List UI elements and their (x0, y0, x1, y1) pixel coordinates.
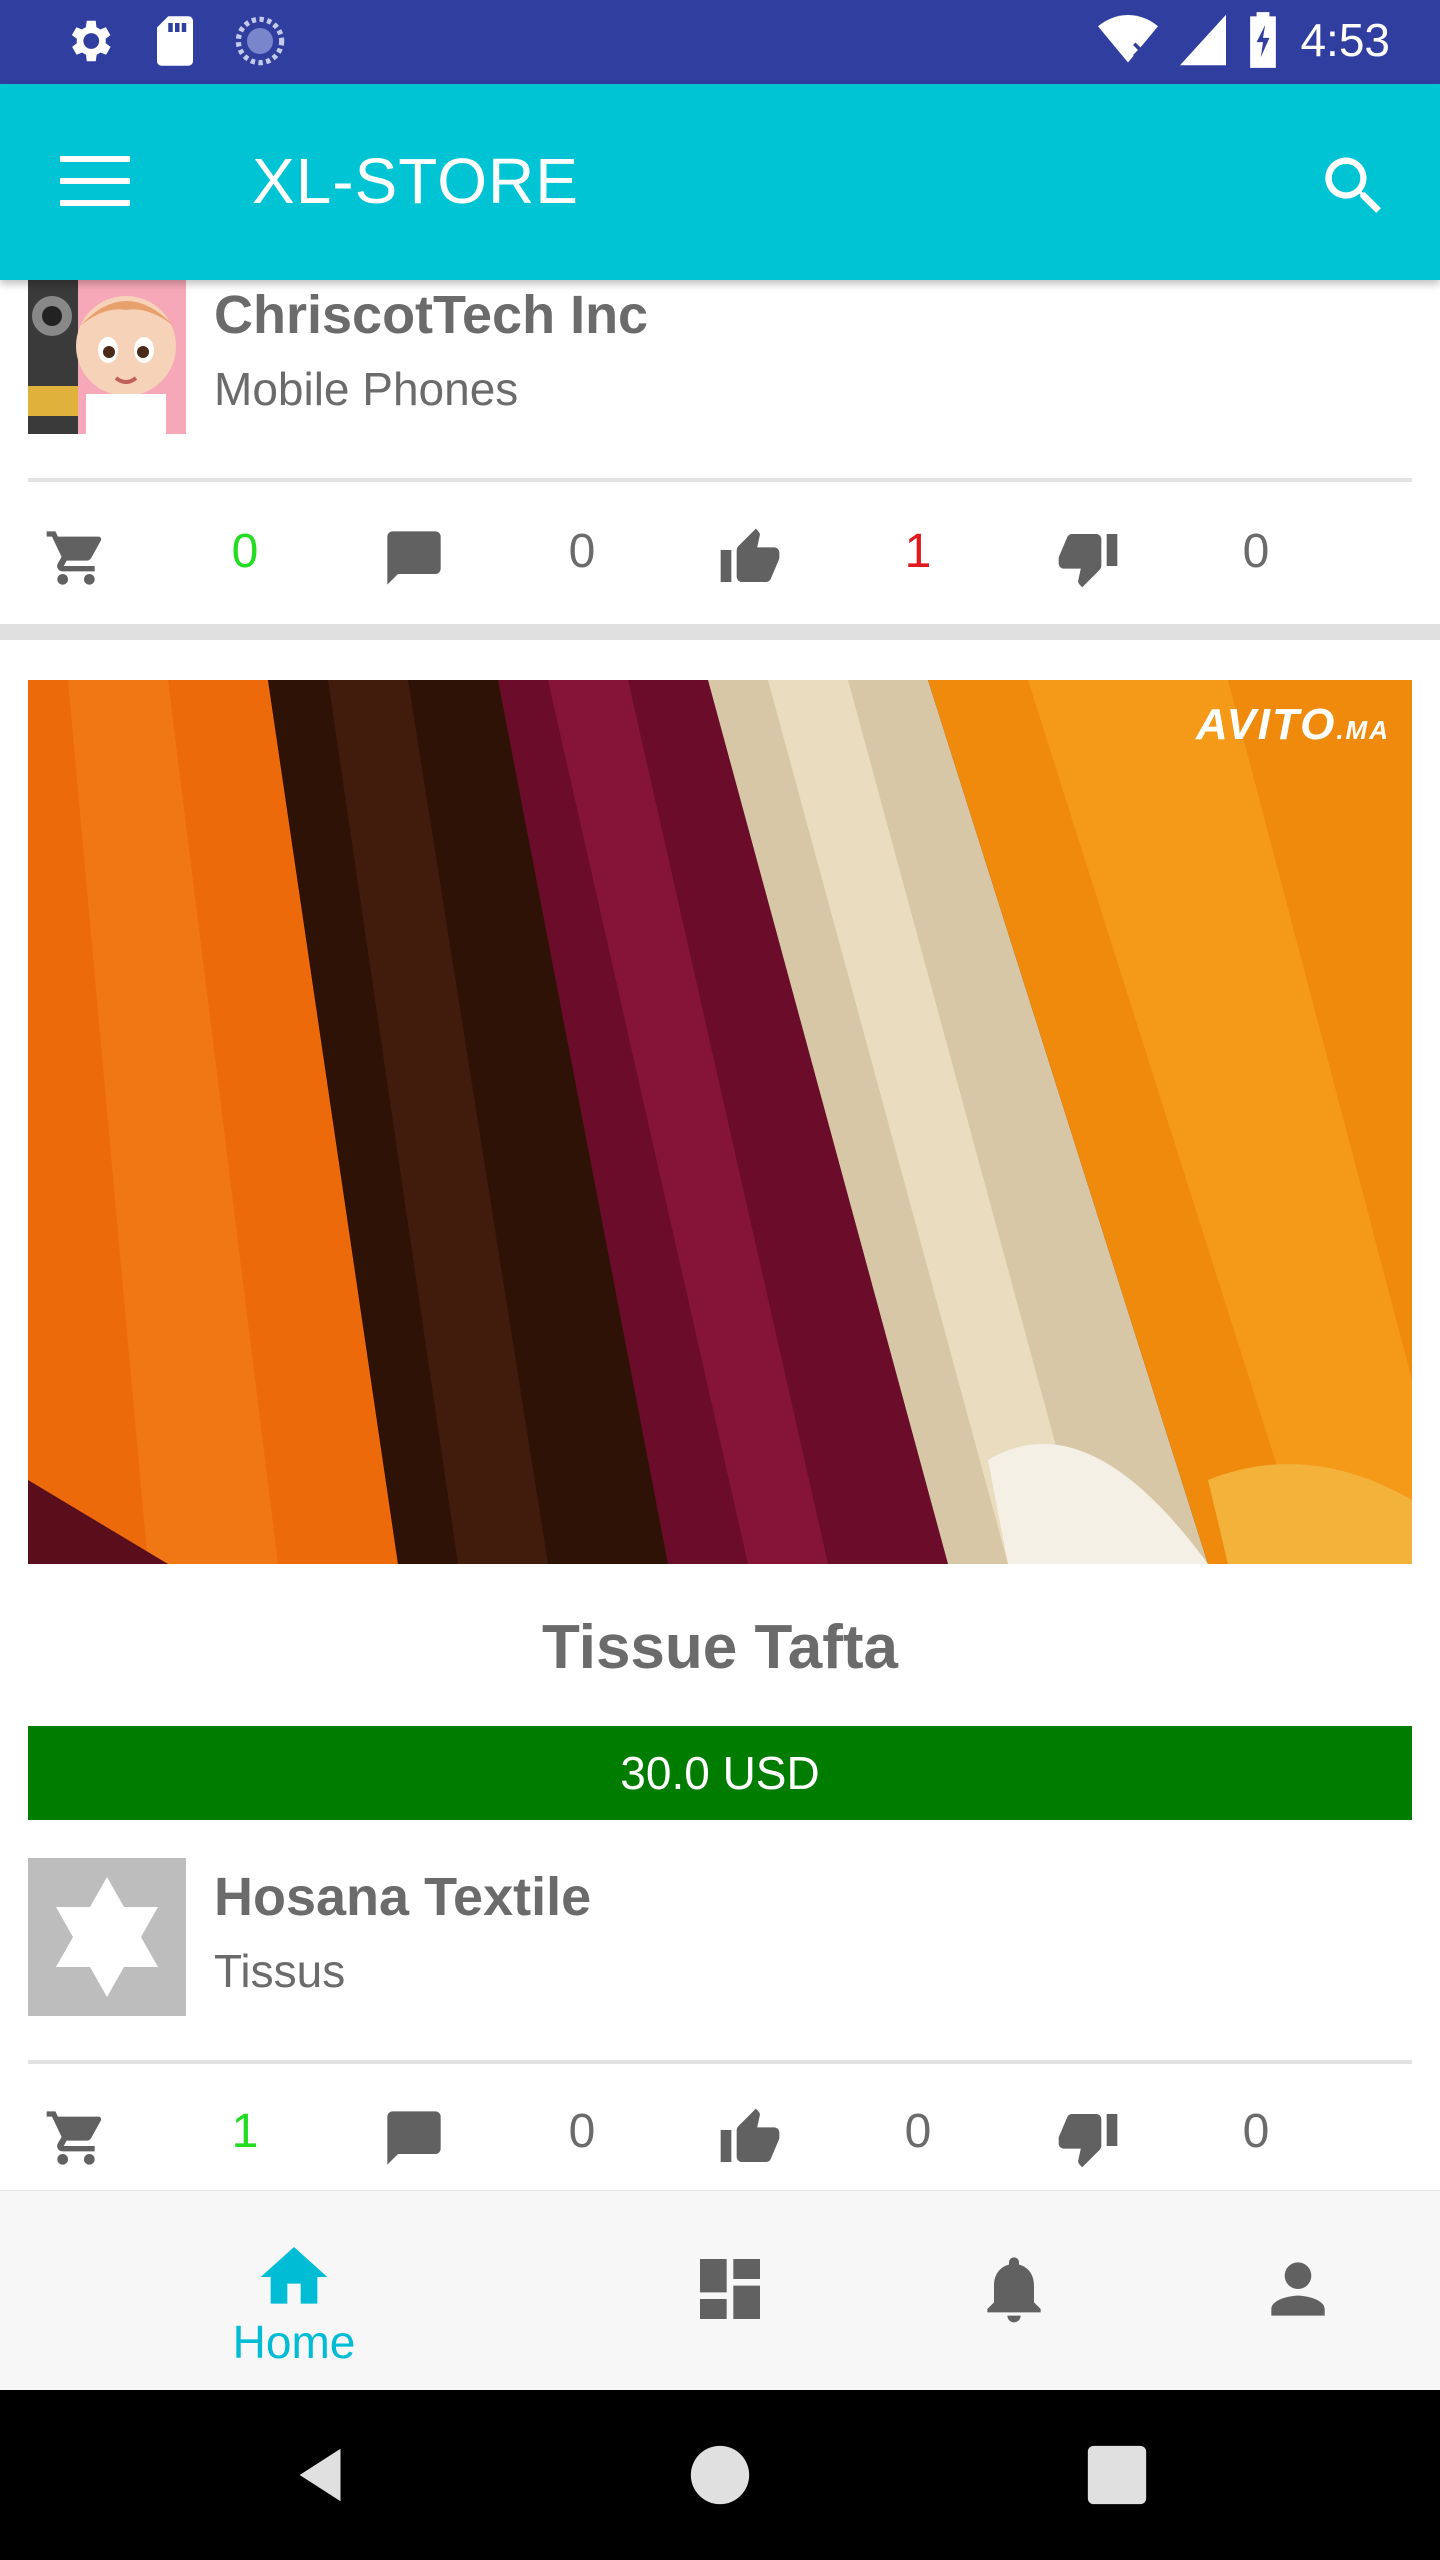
product-image[interactable]: AVITO.MA (28, 680, 1412, 1564)
thumbs-down-icon[interactable] (1056, 2106, 1120, 2170)
thumbs-up-icon[interactable] (718, 526, 782, 590)
battery-charging-icon (1250, 12, 1277, 68)
divider (28, 2060, 1412, 2064)
sd-card-icon (157, 16, 193, 66)
cart-count: 1 (231, 2105, 259, 2158)
image-watermark: AVITO.MA (1195, 700, 1390, 749)
sync-icon (235, 16, 285, 66)
divider (28, 478, 1412, 482)
status-left-icons (62, 14, 286, 68)
app-title: XL-STORE (252, 145, 579, 217)
like-count: 1 (904, 525, 932, 578)
nav-home-label: Home (232, 2316, 356, 2368)
person-icon (1271, 2262, 1325, 2316)
dashboard-icon (700, 2259, 760, 2319)
seller-category: Mobile Phones (214, 363, 519, 415)
listing-actions: 1 0 0 0 (0, 2082, 1440, 2190)
dislike-count: 0 (1242, 2105, 1270, 2158)
system-navigation-bar (0, 2390, 1440, 2560)
nav-profile[interactable] (1178, 2191, 1418, 2391)
comment-count: 0 (568, 2105, 596, 2158)
cart-icon[interactable] (44, 2106, 108, 2170)
nav-notifications[interactable] (894, 2191, 1134, 2391)
home-icon (260, 2247, 328, 2304)
nav-dashboard[interactable] (610, 2191, 850, 2391)
status-bar: 4:53 (0, 0, 1440, 84)
seller-row[interactable]: ChriscotTech Inc Mobile Phones (28, 280, 1412, 436)
like-count: 0 (904, 2105, 932, 2158)
status-time: 4:53 (1300, 14, 1390, 66)
comment-count: 0 (568, 525, 596, 578)
listing-actions: 0 0 1 0 (0, 502, 1440, 612)
recents-icon[interactable] (1082, 2440, 1152, 2510)
comment-icon[interactable] (382, 526, 446, 590)
product-title[interactable]: Tissue Tafta (0, 1612, 1440, 1683)
seller-row[interactable]: Hosana Textile Tissus (28, 1858, 1412, 2018)
app-bar: XL-STORE (0, 84, 1440, 280)
nav-home[interactable]: Home (174, 2191, 414, 2391)
comment-icon[interactable] (382, 2106, 446, 2170)
thumbs-up-icon[interactable] (718, 2106, 782, 2170)
search-icon[interactable] (1316, 148, 1392, 224)
bell-icon (987, 2257, 1041, 2323)
cart-icon[interactable] (44, 526, 108, 590)
bottom-navigation: Home (0, 2190, 1440, 2390)
seller-category: Tissus (214, 1945, 346, 1997)
signal-icon (1180, 14, 1227, 66)
feed[interactable]: ChriscotTech Inc Mobile Phones 0 0 1 0 A… (0, 280, 1440, 2190)
section-separator (0, 624, 1440, 640)
status-right-icons: 4:53 (1098, 12, 1390, 68)
price-badge: 30.0 USD (28, 1726, 1412, 1820)
settings-icon (71, 20, 111, 62)
seller-avatar[interactable] (28, 280, 186, 434)
seller-name[interactable]: ChriscotTech Inc (214, 284, 648, 346)
seller-name[interactable]: Hosana Textile (214, 1866, 591, 1928)
wifi-icon (1098, 15, 1159, 63)
seller-avatar[interactable] (28, 1858, 186, 2016)
dislike-count: 0 (1242, 525, 1270, 578)
back-icon[interactable] (288, 2440, 358, 2510)
menu-icon[interactable] (60, 156, 130, 208)
home-button-icon[interactable] (685, 2440, 755, 2510)
thumbs-down-icon[interactable] (1056, 526, 1120, 590)
cart-count: 0 (231, 525, 259, 578)
